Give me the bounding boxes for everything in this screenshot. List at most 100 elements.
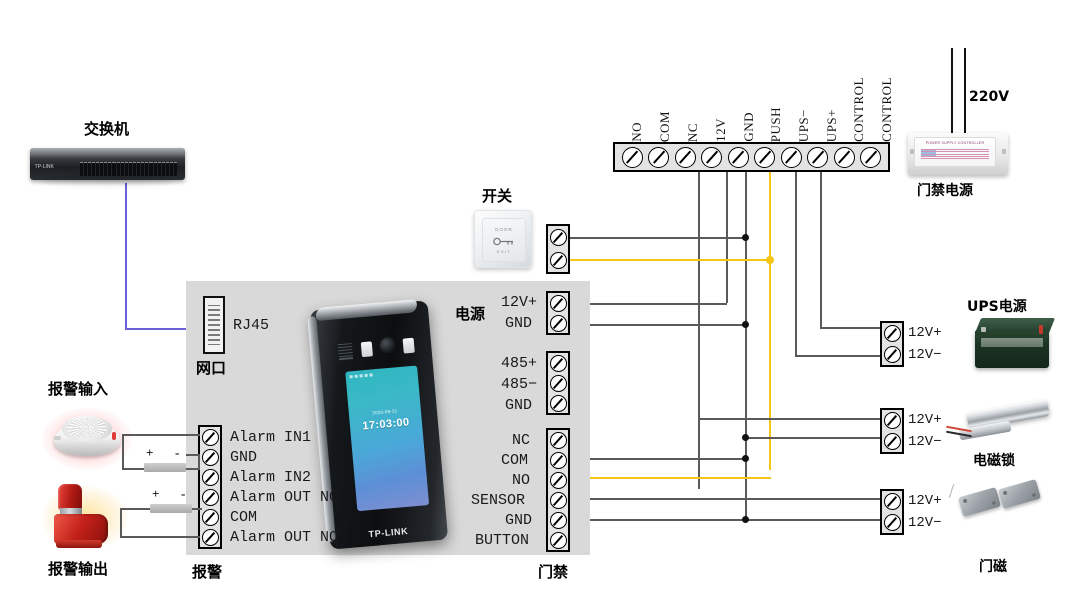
screw-alarm-in1[interactable] xyxy=(201,428,219,446)
network-port-label: 网口 xyxy=(196,359,227,377)
label-alarm-gnd: GND xyxy=(230,449,258,466)
screw-485-gnd[interactable] xyxy=(549,394,567,412)
label-access-nc: NC xyxy=(512,432,531,449)
ups-terminal-block[interactable] xyxy=(880,321,904,367)
wire-ups-minus-run xyxy=(795,355,886,357)
siren-dome xyxy=(58,484,82,510)
junction-dot-gnd-2 xyxy=(742,321,749,328)
screen-time: 17:03:00 xyxy=(361,416,411,433)
terminal-label-no: NO xyxy=(629,122,644,142)
screw-alarm-in2[interactable] xyxy=(201,468,219,486)
junction-dot-gnd-5 xyxy=(742,516,749,523)
exit-switch-terminal-block[interactable] xyxy=(546,224,570,274)
switch-shadow xyxy=(40,176,175,184)
ups-label: UPS电源 xyxy=(967,299,1027,315)
label-alarm-in2: Alarm IN2 xyxy=(230,469,312,486)
screw-alarm-com[interactable] xyxy=(201,508,219,526)
screw-access-button[interactable] xyxy=(549,531,567,549)
junction-dot-gnd-4 xyxy=(742,455,749,462)
siren-minus-sign: - xyxy=(181,486,186,501)
ups-terminal-label-minus: 12V− xyxy=(908,347,942,363)
junction-dot-gnd-1 xyxy=(742,234,749,241)
door-contact-sensor-a xyxy=(957,487,1002,517)
wire-gnd-bus xyxy=(745,172,747,521)
screw-terminal-control-1[interactable] xyxy=(833,146,855,168)
label-access-button: BUTTON xyxy=(475,532,530,549)
screw-exit-2[interactable] xyxy=(549,252,567,269)
device-access-terminal-block[interactable] xyxy=(546,428,570,552)
wire-access-gnd2 xyxy=(566,519,886,521)
label-alarm-out-no: Alarm OUT NO xyxy=(230,529,339,546)
screw-ups-12v-minus[interactable] xyxy=(883,346,901,363)
siren-plus-sign: + xyxy=(152,486,160,501)
screw-maglock-12v-plus[interactable] xyxy=(883,412,901,429)
screw-terminal-push[interactable] xyxy=(754,146,776,168)
exit-button-text-bottom: EXIT xyxy=(496,249,512,255)
power-supply-terminal-block[interactable] xyxy=(613,142,890,172)
label-access-sensor: SENSOR xyxy=(471,492,526,509)
alarm-output-component xyxy=(150,504,192,513)
screw-dev-12v-plus[interactable] xyxy=(549,294,567,312)
access-group-label: 门禁 xyxy=(538,563,569,581)
screw-door-contact-12v-minus[interactable] xyxy=(883,514,901,531)
screw-terminal-ups-minus[interactable] xyxy=(780,146,802,168)
door-contact-terminal-label-plus: 12V+ xyxy=(908,493,942,509)
label-alarm-out-nc: Alarm OUT NC xyxy=(230,489,339,506)
terminal-label-ups-plus: UPS+ xyxy=(824,108,839,142)
screw-alarm-out-nc[interactable] xyxy=(201,488,219,506)
screw-alarm-out-no[interactable] xyxy=(201,528,219,546)
wiring-diagram-canvas: TP-LINK 交换机 RJ45 网口 2020-09-21 17:03:00 … xyxy=(0,0,1080,611)
maglock-terminal-block[interactable] xyxy=(880,408,904,454)
screw-terminal-gnd[interactable] xyxy=(727,146,749,168)
screw-maglock-12v-minus[interactable] xyxy=(883,433,901,450)
power-terminal-labels: NO COM NC 12V GND PUSH UPS− UPS+ CONTROL… xyxy=(613,62,894,142)
door-contact-terminal-label-minus: 12V− xyxy=(908,515,942,531)
screw-terminal-no[interactable] xyxy=(621,146,643,168)
screw-access-sensor[interactable] xyxy=(549,491,567,509)
wire-mains-l1 xyxy=(951,48,953,144)
screw-alarm-gnd[interactable] xyxy=(201,448,219,466)
screw-terminal-control-2[interactable] xyxy=(860,146,882,168)
device-alarm-terminal-block[interactable] xyxy=(198,425,222,549)
exit-button-text-top: DOOR xyxy=(495,226,513,232)
wire-nc-to-maglock xyxy=(698,418,886,420)
screw-terminal-nc[interactable] xyxy=(674,146,696,168)
screw-access-no[interactable] xyxy=(549,471,567,489)
screw-terminal-ups-plus[interactable] xyxy=(807,146,829,168)
screw-485-minus[interactable] xyxy=(549,374,567,392)
wire-access-no xyxy=(566,477,771,480)
label-485-plus: 485+ xyxy=(501,355,538,372)
screw-access-nc[interactable] xyxy=(549,431,567,449)
screw-access-gnd[interactable] xyxy=(549,511,567,529)
door-contact-terminal-block[interactable] xyxy=(880,489,904,535)
label-power-gnd: GND xyxy=(505,315,533,332)
label-access-com: COM xyxy=(501,452,529,469)
wire-dev-gnd xyxy=(566,324,747,326)
screw-ups-12v-plus[interactable] xyxy=(883,325,901,342)
alarm-input-label: 报警输入 xyxy=(48,380,109,398)
access-power-supply-box: POWER SUPPLY CONTROLLER xyxy=(908,133,1008,175)
device-power-terminal-block[interactable] xyxy=(546,291,570,335)
wire-siren-loop-h xyxy=(120,508,150,510)
smoke-detector-led xyxy=(112,432,116,440)
terminal-label-ups-minus: UPS− xyxy=(796,108,811,142)
screw-exit-1[interactable] xyxy=(549,229,567,246)
device-rs485-terminal-block[interactable] xyxy=(546,351,570,415)
screw-door-contact-12v-plus[interactable] xyxy=(883,493,901,510)
door-contact-label: 门磁 xyxy=(979,559,1007,575)
screw-485-plus[interactable] xyxy=(549,354,567,372)
screw-dev-gnd[interactable] xyxy=(549,314,567,332)
screw-access-com[interactable] xyxy=(549,451,567,469)
terminal-label-control-2: CONTROL xyxy=(879,77,894,142)
screw-terminal-com[interactable] xyxy=(648,146,670,168)
exit-button-device[interactable]: DOOR EXIT xyxy=(474,210,532,268)
screen-date: 2020-09-21 xyxy=(372,407,398,416)
maglock-label: 电磁锁 xyxy=(973,453,1015,469)
screw-terminal-12v[interactable] xyxy=(701,146,723,168)
wire-nc-drop xyxy=(698,172,700,489)
wire-smoke-to-gnd xyxy=(186,454,200,456)
ups-battery xyxy=(975,318,1056,368)
face-recognition-terminal: 2020-09-21 17:03:00 TP-LINK xyxy=(307,299,449,550)
switch-brand: TP-LINK xyxy=(34,164,54,171)
exit-switch-label: 开关 xyxy=(482,187,513,205)
